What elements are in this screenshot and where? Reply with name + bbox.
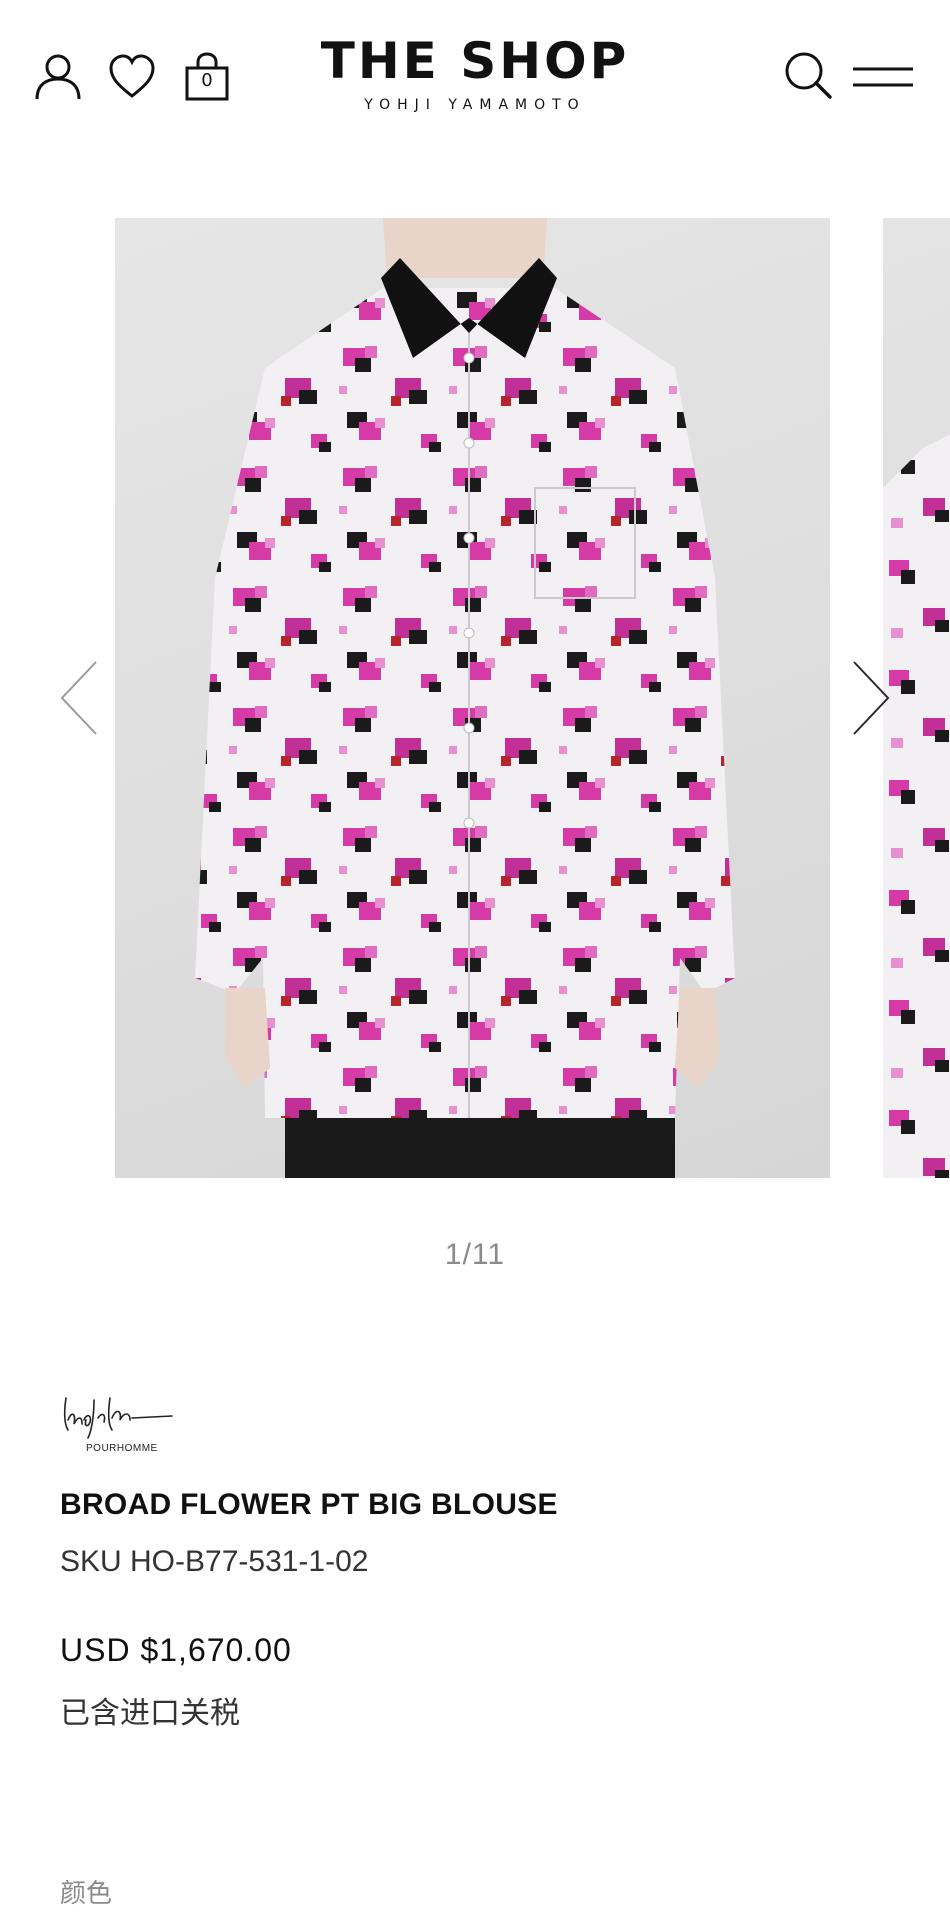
color-section-label: 颜色 [60, 1879, 113, 1909]
product-image-carousel[interactable] [0, 218, 950, 1178]
product-title: BROAD FLOWER PT BIG BLOUSE [60, 1488, 558, 1521]
carousel-counter: 1/11 [444, 1238, 506, 1271]
product-sku: SKU HO-B77-531-1-02 [60, 1545, 369, 1578]
brand-line-label: POURHOMME [86, 1443, 158, 1454]
chevron-left-icon[interactable] [58, 658, 102, 738]
chevron-right-icon[interactable] [848, 658, 892, 738]
product-price: USD $1,670.00 [60, 1632, 292, 1668]
yohji-yamamoto-signature-logo [63, 1397, 173, 1439]
site-header: 0 THE SHOP YOHJI YAMAMOTO [0, 0, 950, 160]
tax-note: 已含进口关税 [60, 1696, 240, 1731]
search-icon[interactable] [783, 50, 833, 100]
menu-icon[interactable] [852, 66, 914, 88]
product-image[interactable] [115, 218, 830, 1178]
next-product-image-peek[interactable] [883, 218, 950, 1178]
